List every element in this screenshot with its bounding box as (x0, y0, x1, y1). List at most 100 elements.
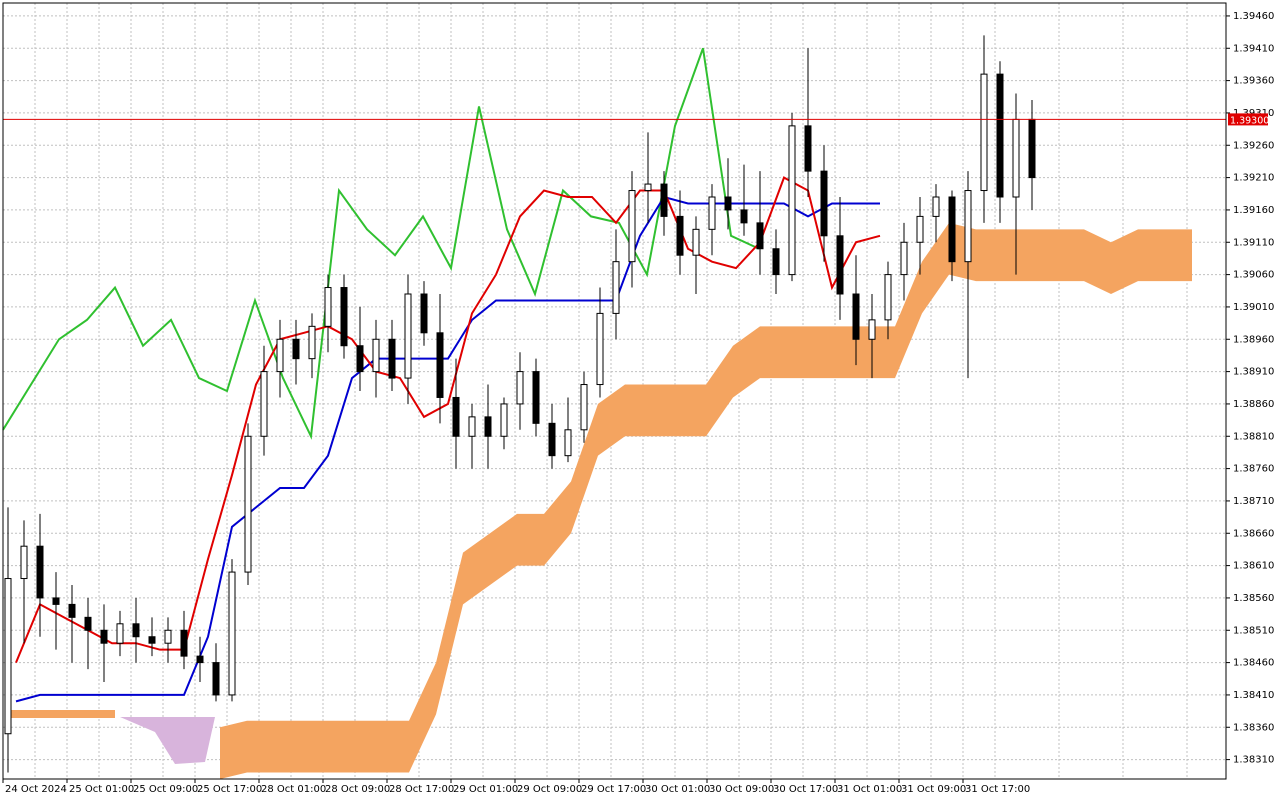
x-tick-label: 31 Oct 09:00 (901, 784, 966, 795)
x-tick-label: 28 Oct 17:00 (389, 784, 454, 795)
candle-bull (900, 241, 908, 276)
candle-bull (164, 629, 172, 644)
x-tick-label: 29 Oct 17:00 (581, 784, 646, 795)
candle-bear (948, 196, 956, 263)
candle-bull (244, 435, 252, 573)
y-tick-label: 1.39360 (1233, 76, 1274, 87)
candle-bear (148, 636, 156, 644)
candle-bull (20, 545, 28, 580)
tenkan-sen (15, 176, 881, 663)
candle-bear (420, 293, 428, 334)
x-tick-label: 30 Oct 17:00 (773, 784, 838, 795)
y-tick-label: 1.38410 (1233, 690, 1274, 701)
y-tick-label: 1.38910 (1233, 367, 1274, 378)
candle-bull (692, 228, 700, 256)
candle-bear (36, 545, 44, 599)
x-tick-label: 25 Oct 01:00 (69, 784, 134, 795)
kumo-bear (120, 717, 215, 764)
y-tick-label: 1.38860 (1233, 399, 1274, 410)
x-tick-label: 31 Oct 01:00 (837, 784, 902, 795)
candle-bear (484, 416, 492, 437)
candle-bear (740, 209, 748, 224)
candle-bear (756, 222, 764, 250)
y-tick-label: 1.38760 (1233, 464, 1274, 475)
y-tick-label: 1.39010 (1233, 302, 1274, 313)
y-tick-label: 1.38810 (1233, 431, 1274, 442)
candle-bear (436, 332, 444, 398)
candle-bull (932, 196, 940, 217)
candle-bull (596, 312, 604, 386)
candle-bull (260, 371, 268, 437)
x-tick-label: 29 Oct 09:00 (517, 784, 582, 795)
y-tick-label: 1.39460 (1233, 11, 1274, 22)
candle-bull (964, 190, 972, 263)
candle-bear (340, 287, 348, 347)
candle-bear (292, 338, 300, 360)
candle-bear (660, 183, 668, 217)
candle-bear (100, 629, 108, 644)
candle-bull (516, 371, 524, 405)
candle-bear (724, 196, 732, 211)
y-tick-label: 1.38610 (1233, 561, 1274, 572)
candle-bear (212, 662, 220, 696)
y-tick-label: 1.39260 (1233, 140, 1274, 151)
candle-bear (548, 422, 556, 457)
candle-bull (1012, 118, 1020, 198)
candle-bull (276, 338, 284, 373)
candle-bull (612, 261, 620, 314)
y-tick-label: 1.39160 (1233, 205, 1274, 216)
candle-bear (452, 396, 460, 437)
y-tick-label: 1.39410 (1233, 43, 1274, 54)
y-tick-label: 1.39060 (1233, 270, 1274, 281)
candle-bull (644, 183, 652, 192)
y-tick-label: 1.39110 (1233, 237, 1274, 248)
y-tick-label: 1.38560 (1233, 593, 1274, 604)
x-tick-label: 25 Oct 09:00 (133, 784, 198, 795)
candle-bull (308, 325, 316, 360)
x-tick-label: 30 Oct 01:00 (645, 784, 710, 795)
candle-bull (788, 125, 796, 276)
y-tick-label: 1.38510 (1233, 625, 1274, 636)
y-tick-label: 1.38960 (1233, 334, 1274, 345)
candle-bull (228, 571, 236, 696)
candle-bull (404, 293, 412, 379)
candle-bear (196, 655, 204, 664)
y-tick-label: 1.38660 (1233, 528, 1274, 539)
candle-bear (1028, 118, 1036, 179)
current-price-label-text: 1.39300 (1230, 115, 1269, 126)
candle-bull (116, 623, 124, 644)
current-price-label: 1.39300 (1228, 113, 1269, 126)
candle-bear (836, 235, 844, 295)
candle-bull (980, 73, 988, 192)
candle-bear (84, 616, 92, 631)
x-tick-label: 31 Oct 17:00 (965, 784, 1030, 795)
candle-bear (532, 371, 540, 424)
candle-bull (372, 338, 380, 373)
candle-bull (628, 190, 636, 263)
kumo-bull (220, 222, 1192, 779)
x-axis: 24 Oct 2024 25 Oct 01:0025 Oct 09:0025 Oc… (2, 779, 1030, 795)
y-tick-label: 1.39210 (1233, 173, 1274, 184)
x-tick-label: 28 Oct 01:00 (261, 784, 326, 795)
x-tick-label: 30 Oct 09:00 (709, 784, 774, 795)
candle-bull (580, 384, 588, 431)
candle-bear (356, 345, 364, 373)
candle-bear (132, 623, 140, 638)
candle-bear (388, 338, 396, 379)
candle-bull (868, 319, 876, 340)
candle-bear (68, 603, 76, 618)
candle-bull (916, 215, 924, 243)
x-tick-label: 28 Oct 09:00 (325, 784, 390, 795)
candle-bear (52, 597, 60, 605)
candle-bear (180, 629, 188, 657)
tenkan-sen-line (15, 176, 881, 663)
x-tick-label: 29 Oct 01:00 (453, 784, 518, 795)
candle-bear (676, 215, 684, 256)
y-tick-label: 1.38710 (1233, 496, 1274, 507)
x-tick-label: 25 Oct 17:00 (197, 784, 262, 795)
x-tick-label: 24 Oct 2024 (5, 784, 67, 795)
candle-bull (884, 274, 892, 321)
candle-bull (500, 403, 508, 437)
chart-root: 1.394601.394101.393601.393101.392601.392… (0, 0, 1280, 800)
ichimoku-chart[interactable]: 1.394601.394101.393601.393101.392601.392… (0, 0, 1280, 800)
